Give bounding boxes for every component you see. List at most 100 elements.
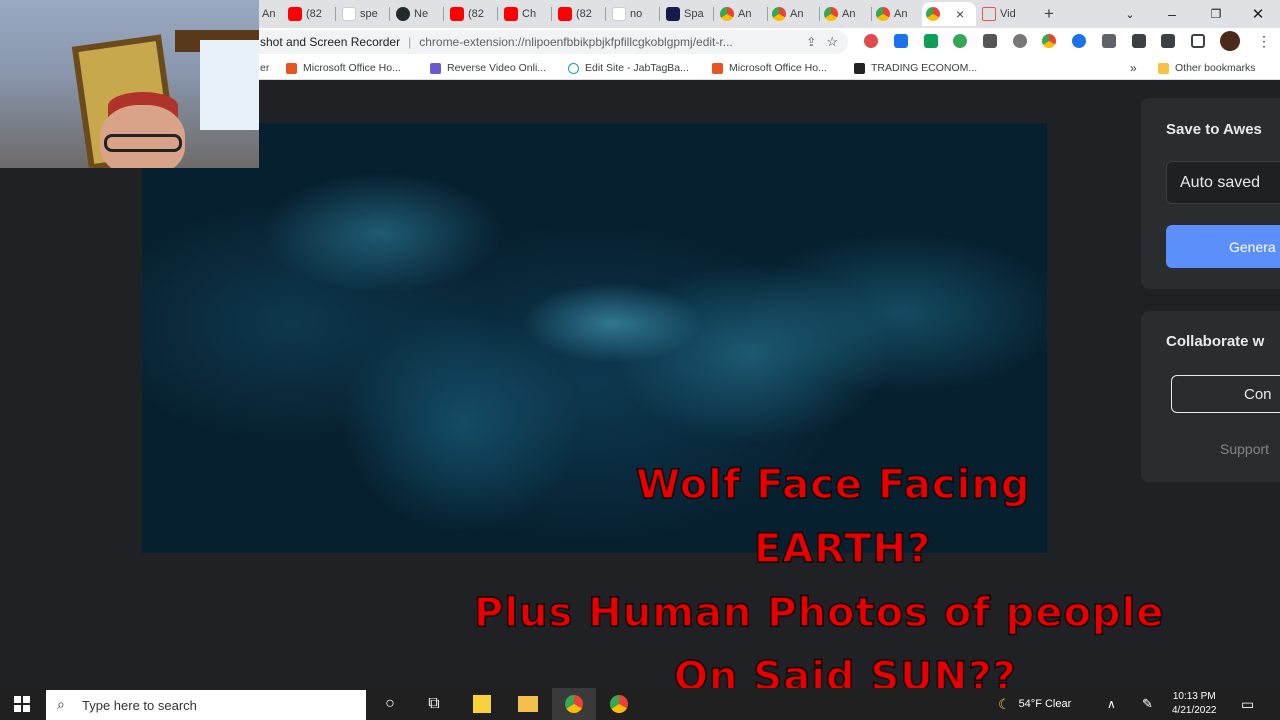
caption-line-3: Plus Human Photos of people [473,589,1165,637]
star-icon[interactable]: ☆ [826,34,838,50]
sticky-notes-icon[interactable] [470,692,494,716]
chrome-taskbar-icon[interactable] [552,688,596,720]
collaborate-panel-title: Collaborate w [1166,333,1265,350]
tab[interactable]: spe [338,2,390,26]
site-name: shot and Screen Recorder [260,35,401,49]
save-panel-title: Save to Awes [1166,121,1262,138]
bookmark[interactable]: TRADING ECONOM... [854,60,977,76]
minimize-icon[interactable]: – [1150,0,1194,28]
new-tab-button[interactable]: + [1040,2,1060,26]
tab-label: An [262,8,276,20]
task-view-icon[interactable]: ⧉ [422,692,446,716]
support-link[interactable]: Support [1220,441,1269,457]
tab-label: An [842,8,856,20]
url-text: chrome-extension://nlipoenfbbikpbjkfpfil… [419,35,733,49]
extension-icon[interactable] [1072,34,1086,48]
tab[interactable]: (82 [554,2,606,26]
media-icon[interactable] [1161,34,1175,48]
chevron-up-icon[interactable]: ∧ [1107,688,1116,720]
extension-icon[interactable] [983,34,997,48]
window-close-icon[interactable]: ✕ [1236,0,1280,28]
tab-search-icon[interactable]: ⌄ [1108,0,1152,28]
bookmark[interactable]: Microsoft Office Ho... [712,60,827,76]
avatar[interactable] [1220,31,1240,51]
tab[interactable]: Spa [662,2,714,26]
address-bar[interactable]: shot and Screen Recorder | chrome-extens… [248,30,848,54]
tab[interactable]: An [716,2,768,26]
chrome-taskbar-icon[interactable] [607,692,631,716]
other-bookmarks-label: Other bookmarks [1175,62,1256,74]
tab-label: (82 [306,8,322,20]
github-icon [396,7,410,21]
chrome-icon [876,7,890,21]
kebab-menu-icon[interactable]: ⋮ [1257,34,1271,48]
bookmark[interactable]: Edit Site - JabTagBa... [568,60,689,76]
chrome-icon [824,7,838,21]
bookmark[interactable]: er [260,60,269,76]
active-tab[interactable]: × [922,2,976,26]
office-icon [286,62,297,74]
close-icon[interactable]: × [956,6,964,22]
tab[interactable]: Vid [978,2,1028,26]
side-panel-icon[interactable] [1191,34,1205,48]
tab[interactable]: An [872,2,922,26]
tab[interactable]: (82 [446,2,498,26]
generate-button[interactable]: Genera [1166,225,1280,268]
tab[interactable]: no [608,2,660,26]
bookmarks-overflow-button[interactable]: » [1130,60,1137,76]
tab[interactable]: (82 [284,2,336,26]
taskbar: ⌕ Type here to search ○ ⧉ ☾ 54°F Clear ∧… [0,688,1280,720]
extension-icon[interactable] [1013,34,1027,48]
extension-icon[interactable] [894,34,908,48]
chrome-icon [772,7,786,21]
bookmark-label: Microsoft Office Ho... [303,62,401,74]
tab-label: Ne [414,8,429,20]
caption-line-1: Wolf Face Facing [635,461,1031,509]
other-bookmarks[interactable]: Other bookmarks [1158,60,1256,76]
clock-time: 10:13 PM [1172,691,1216,702]
tab[interactable]: Ne [392,2,444,26]
weather-widget[interactable]: ☾ 54°F Clear [998,688,1071,720]
edit-site-icon [568,62,579,74]
moon-icon: ☾ [998,695,1011,712]
trading-icon [854,62,865,74]
extension-icon[interactable] [1042,34,1056,48]
extension-icon[interactable] [864,34,878,48]
caption-line-2: EARTH? [753,525,932,573]
windows-start-icon[interactable] [10,692,34,716]
extension-icon[interactable] [924,34,938,48]
extension-icon[interactable] [1102,34,1116,48]
bookmark[interactable]: Microsoft Office Ho... [286,60,401,76]
folder-icon [1158,62,1169,74]
auto-saved-field[interactable]: Auto saved [1166,161,1280,204]
tab-label: (82 [576,8,592,20]
youtube-icon [504,7,518,21]
pen-icon[interactable]: ✎ [1142,688,1153,720]
clock-date: 4/21/2022 [1172,705,1217,716]
bookmark[interactable]: Reverse Video Onli... [430,60,546,76]
share-icon[interactable]: ⇪ [806,35,816,49]
extension-icon[interactable] [953,34,967,48]
tab-label: An [894,8,908,20]
taskbar-search-input[interactable]: ⌕ Type here to search [46,690,366,720]
tab[interactable]: An [820,2,872,26]
reverse-video-icon [430,62,441,74]
tab-label: Spa [684,8,704,20]
restore-icon[interactable]: ❐ [1194,0,1238,28]
connect-button[interactable]: Con [1171,375,1280,413]
cortana-icon[interactable]: ○ [378,692,402,716]
bookmark-label: Reverse Video Onli... [447,62,547,74]
tab[interactable]: Ch [500,2,552,26]
youtube-icon [450,7,464,21]
file-explorer-icon[interactable] [516,692,540,716]
bookmark-label: Edit Site - JabTagBa... [585,62,689,74]
clock[interactable]: 10:13 PM 4/21/2022 [1172,688,1217,720]
puzzle-icon[interactable] [1132,34,1146,48]
tab[interactable]: An [258,2,282,26]
tab-label: Vid [1000,8,1016,20]
tab-label: (82 [468,8,484,20]
youtube-icon [288,7,302,21]
tab[interactable]: An [768,2,820,26]
notifications-icon[interactable]: ▭ [1241,688,1254,720]
bookmark-label: er [260,62,270,74]
